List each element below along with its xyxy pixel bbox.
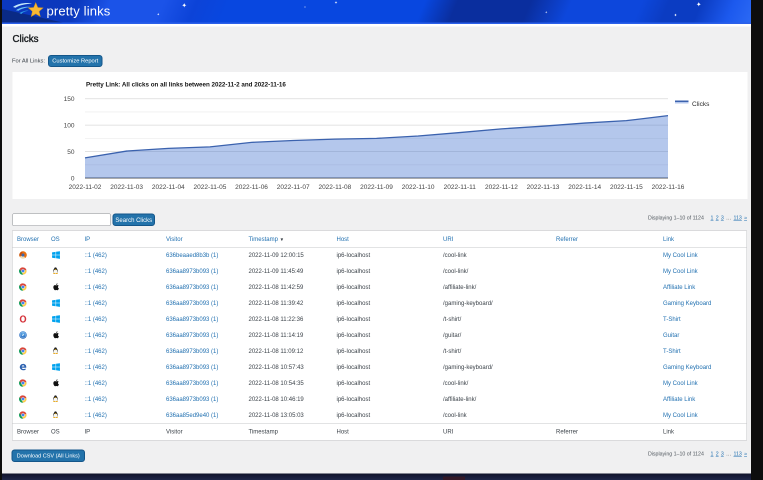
svg-text:2022-11-14: 2022-11-14: [568, 184, 601, 191]
svg-text:2022-11-16: 2022-11-16: [652, 184, 685, 191]
svg-text:Clicks: Clicks: [692, 101, 710, 108]
svg-text:50: 50: [67, 149, 75, 156]
svg-text:2022-11-06: 2022-11-06: [235, 184, 268, 191]
svg-text:Pretty Link: All clicks on all: Pretty Link: All clicks on all links bet…: [86, 82, 286, 89]
svg-text:2022-11-07: 2022-11-07: [277, 184, 310, 191]
svg-text:0: 0: [71, 175, 75, 182]
svg-text:150: 150: [64, 96, 75, 103]
svg-text:2022-11-09: 2022-11-09: [360, 184, 393, 191]
svg-text:2022-11-10: 2022-11-10: [402, 184, 435, 191]
svg-text:2022-11-11: 2022-11-11: [444, 184, 477, 191]
svg-text:2022-11-05: 2022-11-05: [194, 184, 227, 191]
svg-text:100: 100: [64, 122, 75, 129]
svg-text:2022-11-04: 2022-11-04: [152, 184, 185, 191]
svg-text:2022-11-03: 2022-11-03: [110, 184, 143, 191]
svg-text:2022-11-15: 2022-11-15: [610, 184, 643, 191]
svg-text:2022-11-02: 2022-11-02: [69, 184, 102, 191]
svg-text:2022-11-08: 2022-11-08: [318, 184, 351, 191]
svg-text:2022-11-12: 2022-11-12: [485, 184, 518, 191]
svg-text:2022-11-13: 2022-11-13: [527, 184, 560, 191]
